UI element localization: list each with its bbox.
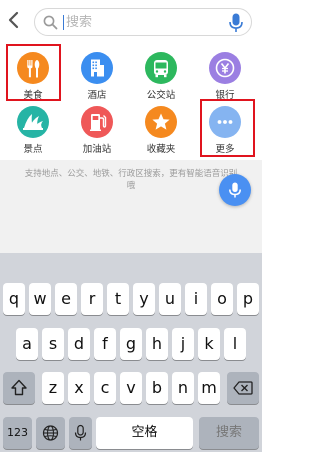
category-label: 公交站 [146,90,176,101]
voice-search-button[interactable] [219,174,251,206]
search-input[interactable] [66,10,216,34]
chevron-left-icon[interactable] [4,10,24,30]
highlight-box-more [200,99,255,157]
category-label: 加油站 [82,144,112,155]
category-bank[interactable]: 银行 [195,48,255,104]
category-label: 酒店 [87,90,107,101]
shift-icon [11,379,27,396]
microphone-icon[interactable] [229,13,243,37]
numbers-key[interactable]: 123 [3,417,32,449]
key-p[interactable]: p [237,283,259,315]
key-s[interactable]: s [42,328,64,360]
key-z[interactable]: z [42,372,64,404]
yen-icon [209,52,241,84]
key-u[interactable]: u [159,283,181,315]
hint-area: 支持地点、公交、地铁、行政区搜索，更有智能语音识别哦 [0,160,262,253]
key-l[interactable]: l [224,328,246,360]
bus-icon [145,52,177,84]
backspace-icon [233,381,253,395]
category-favorites[interactable]: 收藏夹 [131,102,191,158]
search-icon [43,15,58,34]
space-key[interactable]: 空格 [96,417,193,449]
gas-pump-icon [81,106,113,138]
category-gas-station[interactable]: 加油站 [67,102,127,158]
key-c[interactable]: c [94,372,116,404]
key-v[interactable]: v [120,372,142,404]
opera-house-icon [17,106,49,138]
category-scenic[interactable]: 景点 [3,102,63,158]
shift-key[interactable] [3,372,35,404]
key-j[interactable]: j [172,328,194,360]
star-icon [145,106,177,138]
key-w[interactable]: w [29,283,51,315]
key-o[interactable]: o [211,283,233,315]
delete-key[interactable] [227,372,259,404]
search-bar [0,0,262,42]
key-g[interactable]: g [120,328,142,360]
category-grid: 美食 酒店 公交站 银行 景点 加油站 收藏夹 更多 [0,44,262,160]
key-n[interactable]: n [172,372,194,404]
category-label: 收藏夹 [146,144,176,155]
category-hotel[interactable]: 酒店 [67,48,127,104]
key-d[interactable]: d [68,328,90,360]
category-bus-stop[interactable]: 公交站 [131,48,191,104]
globe-icon [42,425,59,441]
search-key[interactable]: 搜索 [199,417,259,449]
key-y[interactable]: y [133,283,155,315]
key-r[interactable]: r [81,283,103,315]
globe-key[interactable] [36,417,65,449]
keyboard: q w e r t y u i o p a s d f g h j k l z … [0,253,262,452]
key-x[interactable]: x [68,372,90,404]
key-f[interactable]: f [94,328,116,360]
key-b[interactable]: b [146,372,168,404]
highlight-box-food [6,44,61,101]
microphone-icon [229,182,241,198]
key-e[interactable]: e [55,283,77,315]
key-t[interactable]: t [107,283,129,315]
key-i[interactable]: i [185,283,207,315]
hotel-building-icon [81,52,113,84]
microphone-icon [74,424,87,441]
key-a[interactable]: a [16,328,38,360]
key-h[interactable]: h [146,328,168,360]
key-m[interactable]: m [198,372,220,404]
category-label: 景点 [23,144,43,155]
search-hint-text: 支持地点、公交、地铁、行政区搜索，更有智能语音识别哦 [24,169,238,191]
dictation-key[interactable] [69,417,92,449]
text-cursor [63,15,64,30]
search-box[interactable] [34,8,252,36]
key-q[interactable]: q [3,283,25,315]
key-k[interactable]: k [198,328,220,360]
